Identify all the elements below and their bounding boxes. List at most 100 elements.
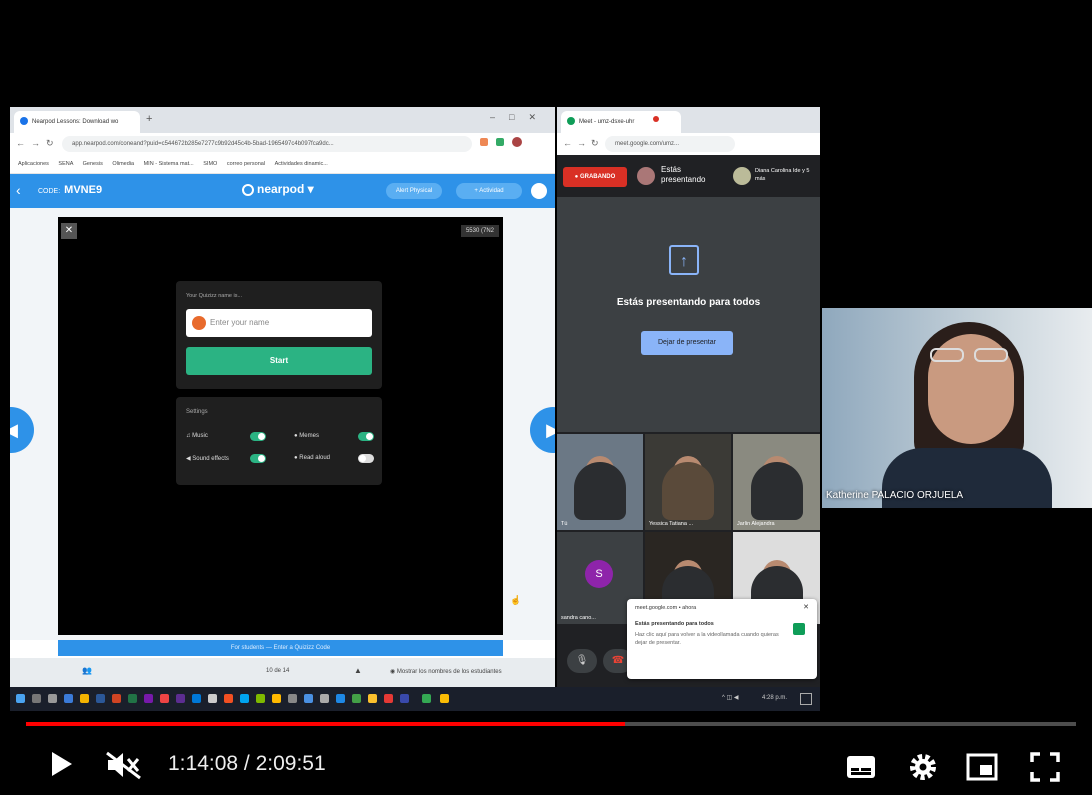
chrome-icon[interactable] <box>422 694 431 703</box>
bookmark-item[interactable]: SIMO <box>203 161 217 167</box>
start-button[interactable]: Start <box>186 347 372 375</box>
settings-title: Settings <box>186 409 208 415</box>
miniplayer-icon[interactable] <box>966 753 998 786</box>
participant-tile[interactable]: Yessica Tatiana ... <box>645 434 731 530</box>
nearpod-browser-window: Nearpod Lessons: Download wo + –□✕ ←→↻ a… <box>10 107 555 687</box>
app-icon[interactable] <box>128 694 137 703</box>
app-icon[interactable] <box>208 694 217 703</box>
search-icon[interactable] <box>32 694 41 703</box>
profile-avatar[interactable] <box>512 137 522 147</box>
bookmark-item[interactable]: Actividades dinamic... <box>275 161 328 167</box>
stop-presenting-button[interactable]: Dejar de presentar <box>641 331 733 355</box>
show-names-toggle[interactable]: ◉ Mostrar los nombres de los estudiantes <box>390 668 502 675</box>
participant-tile[interactable]: Tú <box>557 434 643 530</box>
url-field[interactable]: app.nearpod.com/coneand?puid=c544672b285… <box>62 136 472 152</box>
slide-menu-chevron-icon[interactable]: ▲ <box>354 666 362 675</box>
bookmark-item[interactable]: Genesis <box>83 161 103 167</box>
slide-position: 10 de 14 <box>266 668 290 674</box>
sound-effects-toggle[interactable] <box>250 454 266 463</box>
notification-popup[interactable]: meet.google.com • ahora ✕ Estás presenta… <box>627 599 817 679</box>
app-icon[interactable] <box>112 694 121 703</box>
presenting-message: Estás presentando para todos <box>616 297 761 308</box>
close-icon[interactable]: ✕ <box>61 223 77 239</box>
address-bar: ←→↻ meet.google.com/umz... <box>557 133 820 155</box>
memes-toggle[interactable] <box>358 432 374 441</box>
app-icon[interactable] <box>304 694 313 703</box>
app-icon[interactable] <box>176 694 185 703</box>
add-activity-button[interactable]: + Actividad <box>456 183 522 199</box>
app-icon[interactable] <box>144 694 153 703</box>
meet-logo-icon <box>793 623 805 635</box>
read-aloud-toggle[interactable] <box>358 454 374 463</box>
participant-tile[interactable]: Jarlin Alejandra <box>733 434 820 530</box>
nav-buttons-icon[interactable]: ←→↻ <box>16 138 60 149</box>
app-icon[interactable] <box>224 694 233 703</box>
play-icon[interactable] <box>50 750 74 783</box>
present-screen-icon: ↑ <box>669 245 699 275</box>
app-icon[interactable] <box>288 694 297 703</box>
player-counter: 5530 (7N2 <box>460 225 499 237</box>
account-avatar[interactable] <box>531 183 547 199</box>
name-input[interactable]: Enter your name <box>186 309 372 337</box>
webcam-name-label: Katherine PALACIO ORJUELA <box>826 490 964 501</box>
name-entry-card: Your Quizizz name is... Enter your name … <box>176 281 382 389</box>
bookmark-item[interactable]: correo personal <box>227 161 265 167</box>
sound-effects-setting-label: ◀ Sound effects <box>186 456 229 462</box>
url-field[interactable]: meet.google.com/umz... <box>605 136 735 152</box>
notification-source: meet.google.com • ahora <box>635 605 697 611</box>
fullscreen-icon[interactable] <box>1030 752 1060 787</box>
microphone-icon[interactable]: 🎙 <box>567 649 597 673</box>
participant-name: Tú <box>561 521 568 527</box>
app-icon[interactable] <box>336 694 345 703</box>
app-icon[interactable] <box>256 694 265 703</box>
participant-name: sandra cano... <box>561 615 596 621</box>
extension-icon[interactable] <box>496 138 504 146</box>
close-icon[interactable]: ✕ <box>803 603 809 611</box>
app-icon[interactable] <box>368 694 377 703</box>
app-icon[interactable] <box>96 694 105 703</box>
code-label: CODE: <box>38 188 61 195</box>
bookmark-item[interactable]: SENA <box>58 161 73 167</box>
avatar-icon <box>192 315 206 330</box>
tab-nearpod[interactable]: Nearpod Lessons: Download wo <box>14 111 140 133</box>
tray-icons[interactable]: ^ ◫ ◀ <box>722 694 738 701</box>
task-view-icon[interactable] <box>48 694 57 703</box>
notifications-icon[interactable] <box>800 693 812 705</box>
chrome-icon[interactable] <box>440 694 449 703</box>
app-icon[interactable] <box>240 694 249 703</box>
time-display: 1:14:08 / 2:09:51 <box>168 752 326 775</box>
user-pill-button[interactable]: Alert Physical <box>386 183 442 199</box>
extension-icon[interactable] <box>480 138 488 146</box>
window-controls[interactable]: –□✕ <box>490 112 550 123</box>
tab-meet[interactable]: Meet - umz-dsxe-uhr <box>561 111 681 133</box>
mute-icon[interactable] <box>106 750 142 785</box>
bookmark-item[interactable]: Aplicaciones <box>18 161 49 167</box>
app-icon[interactable] <box>80 694 89 703</box>
app-icon[interactable] <box>64 694 73 703</box>
tab-strip: Meet - umz-dsxe-uhr <box>557 107 820 133</box>
nearpod-header: ‹ CODE: MVNE9 nearpod ▾ Alert Physical + … <box>10 174 555 208</box>
recording-badge: ● GRABANDO <box>563 167 627 187</box>
subtitles-icon[interactable] <box>846 755 876 784</box>
app-icon[interactable] <box>272 694 281 703</box>
app-icon[interactable] <box>320 694 329 703</box>
new-tab-icon[interactable]: + <box>146 113 152 125</box>
music-toggle[interactable] <box>250 432 266 441</box>
app-icon[interactable] <box>192 694 201 703</box>
back-chevron-icon[interactable]: ‹ <box>16 182 21 198</box>
app-icon[interactable] <box>160 694 169 703</box>
settings-gear-icon[interactable] <box>908 752 938 787</box>
nav-buttons-icon[interactable]: ←→↻ <box>563 138 604 149</box>
app-icon[interactable] <box>400 694 409 703</box>
slide-controls: 👥 10 de 14 ▲ ◉ Mostrar los nombres de lo… <box>10 658 555 687</box>
notification-title: Estás presentando para todos <box>635 621 714 627</box>
progress-bar[interactable] <box>26 722 1076 726</box>
code-value: MVNE9 <box>64 184 103 196</box>
bookmark-item[interactable]: Olimedia <box>112 161 134 167</box>
app-icon[interactable] <box>352 694 361 703</box>
app-icon[interactable] <box>384 694 393 703</box>
start-icon[interactable] <box>16 694 25 703</box>
students-icon[interactable]: 👥 <box>82 666 92 675</box>
bookmark-item[interactable]: MIN - Sistema mat... <box>144 161 194 167</box>
notification-body: Haz clic aquí para volver a la videollam… <box>635 632 779 646</box>
